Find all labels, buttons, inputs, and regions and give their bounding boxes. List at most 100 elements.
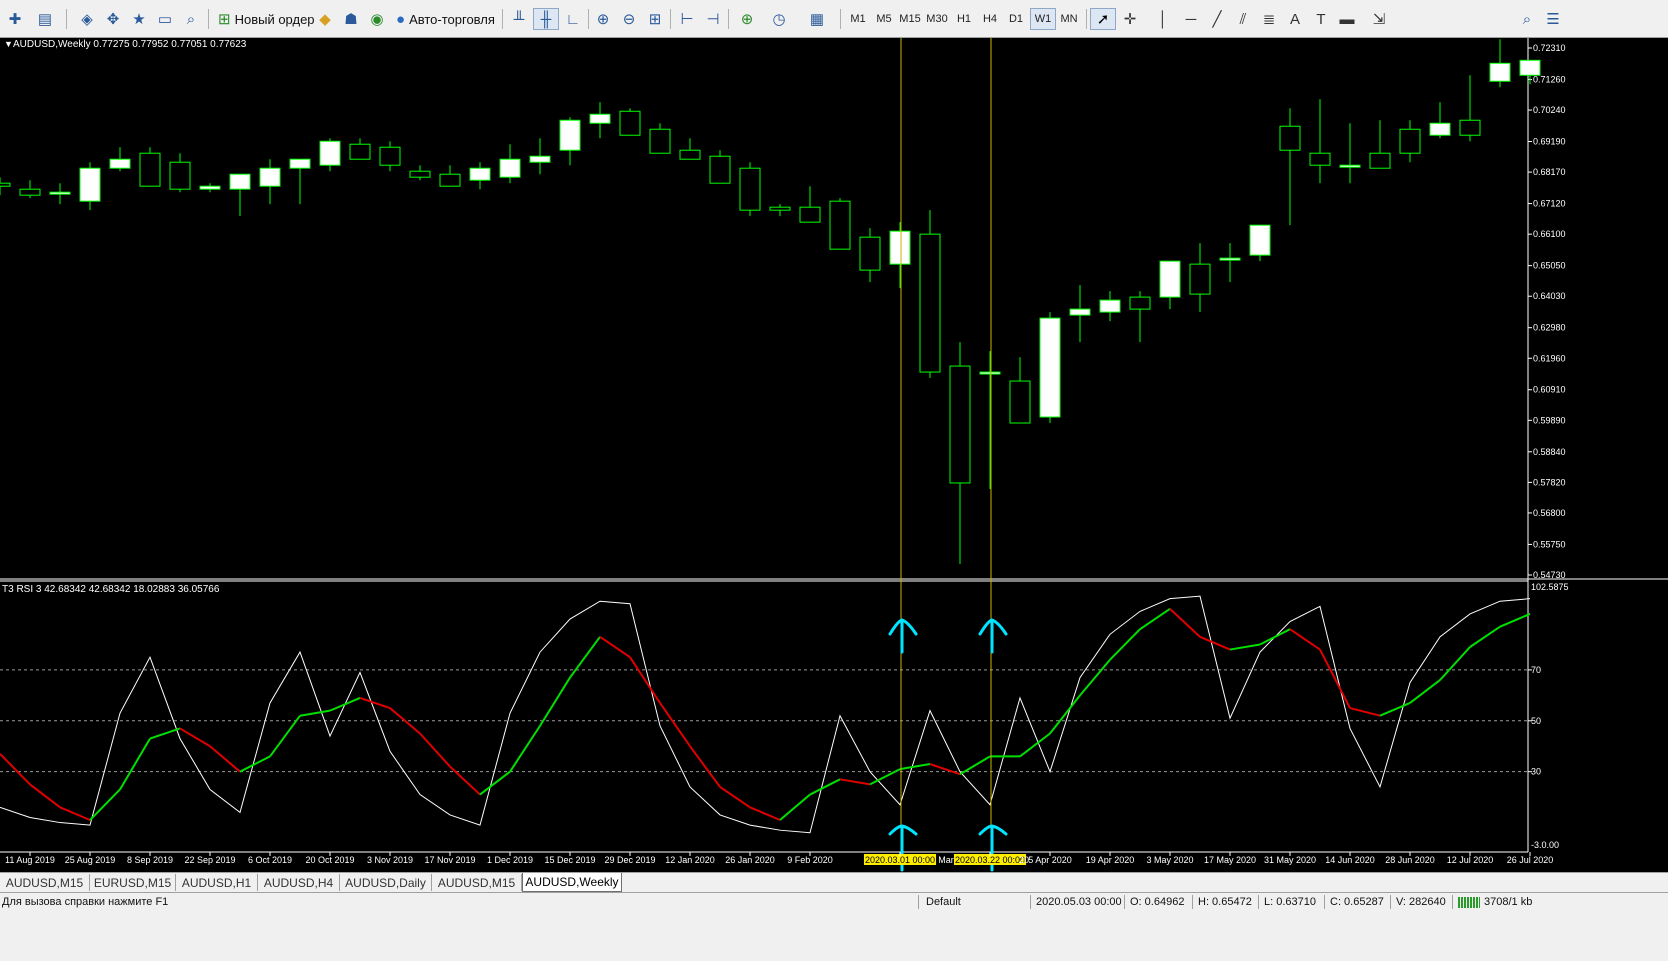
fibonacci-icon[interactable]: ≣ (1256, 8, 1282, 30)
time-label: 3 Nov 2019 (367, 855, 413, 865)
market-watch-icon[interactable]: ◈ (74, 8, 100, 30)
toolbar-separator (66, 9, 67, 29)
status-separator (1452, 895, 1453, 909)
chart-window[interactable]: 0.72310 0.71260 0.70240 0.69190 0.68170 0.671… (0, 38, 1668, 872)
tile-windows-icon[interactable]: ⊞ (642, 8, 668, 30)
timeframe-m1[interactable]: M1 (845, 8, 871, 30)
price-label: 0.62980 (1533, 323, 1566, 333)
candlestick-icon[interactable]: ╫ (533, 8, 559, 30)
arrows-dropdown-icon[interactable]: ⇲ (1366, 8, 1392, 30)
candle-body (349, 143, 371, 160)
rsi-level-label: 30 (1531, 767, 1541, 777)
zoom-out-icon[interactable]: ⊖ (616, 8, 642, 30)
status-bar: Для вызова справки нажмите F1 Default 20… (0, 892, 1668, 961)
time-label: 1 Dec 2019 (487, 855, 533, 865)
candle-body (439, 173, 461, 187)
candle-body (769, 206, 791, 211)
indicator-header: T3 RSI 3 42.68342 42.68342 18.02883 36.0… (2, 584, 220, 595)
tab-audusd-m15[interactable]: AUDUSD,M15 (0, 874, 90, 891)
time-label: 3 May 2020 (1146, 855, 1193, 865)
text-icon[interactable]: A (1282, 8, 1308, 30)
new-chart-icon[interactable]: ✚ (2, 8, 28, 30)
new-order-button[interactable]: ⊞ Новый ордер (214, 8, 319, 30)
tab-audusd-h1[interactable]: AUDUSD,H1 (176, 874, 258, 891)
metaeditor-icon[interactable]: ◆ (312, 8, 338, 30)
status-datetime: 2020.05.03 00:00 (1036, 896, 1122, 908)
status-help: Для вызова справки нажмите F1 (2, 896, 169, 908)
indicators-icon[interactable]: ⊕ (734, 8, 760, 30)
timeframe-d1[interactable]: D1 (1003, 8, 1029, 30)
candle-body (1519, 59, 1541, 76)
candle-body (1459, 119, 1481, 136)
price-label: 0.70240 (1533, 105, 1566, 115)
tab-audusd-m15-2[interactable]: AUDUSD,M15 (432, 874, 522, 891)
arrow-shapes-icon[interactable]: ▬ (1334, 8, 1360, 30)
candle-body (49, 191, 71, 195)
chat-icon[interactable]: ☰ (1540, 8, 1566, 30)
candle-body (0, 182, 11, 187)
account-icon[interactable]: ☗ (338, 8, 364, 30)
candle-body (619, 110, 641, 136)
candle-body (859, 236, 881, 271)
timeframe-mn[interactable]: MN (1056, 8, 1082, 30)
profiles-icon[interactable]: ▤ (32, 8, 58, 30)
status-low: L: 0.63710 (1264, 896, 1316, 908)
channel-icon[interactable]: ⫽ (1230, 8, 1256, 30)
timeframe-w1[interactable]: W1 (1030, 8, 1056, 30)
toolbar-separator (840, 9, 841, 29)
navigator-icon[interactable]: ✥ (100, 8, 126, 30)
status-volume: V: 282640 (1396, 896, 1446, 908)
connection-icon (1458, 897, 1480, 908)
signals-icon[interactable]: ◉ (364, 8, 390, 30)
terminal-icon[interactable]: ▭ (152, 8, 178, 30)
status-separator (1258, 895, 1259, 909)
status-separator (1324, 895, 1325, 909)
bar-chart-icon[interactable]: ╨ (506, 8, 532, 30)
tab-eurusd-m15[interactable]: EURUSD,M15 (90, 874, 176, 891)
candle-body (919, 233, 941, 373)
candle-body (79, 167, 101, 202)
folder-icon[interactable]: ★ (126, 8, 152, 30)
tab-audusd-daily[interactable]: AUDUSD,Daily (340, 874, 432, 891)
timeframe-h4[interactable]: H4 (977, 8, 1003, 30)
auto-scroll-icon[interactable]: ⊢ (674, 8, 700, 30)
timeframe-m30[interactable]: M30 (924, 8, 950, 30)
time-label: 25 Aug 2019 (65, 855, 116, 865)
price-label: 0.61960 (1533, 353, 1566, 363)
search-icon[interactable]: ⌕ (1514, 8, 1540, 30)
timeframe-m15[interactable]: M15 (897, 8, 923, 30)
candle-body (1249, 224, 1271, 256)
candle-body (1489, 62, 1511, 82)
strategy-tester-icon[interactable]: ⌕ (178, 8, 204, 30)
timeframe-m5[interactable]: M5 (871, 8, 897, 30)
price-label: 0.60910 (1533, 385, 1566, 395)
candle-body (559, 119, 581, 151)
chart-canvas[interactable]: 0.72310 0.71260 0.70240 0.69190 0.68170 0.671… (0, 38, 1668, 872)
tab-audusd-weekly[interactable]: AUDUSD,Weekly (522, 873, 622, 892)
text-label-icon[interactable]: T (1308, 8, 1334, 30)
timeframe-h1[interactable]: H1 (951, 8, 977, 30)
chart-tabs: AUDUSD,M15 EURUSD,M15 AUDUSD,H1 AUDUSD,H… (0, 872, 1668, 892)
auto-trading-icon: ● (396, 10, 406, 28)
candle-body (649, 128, 671, 154)
candle-body (379, 146, 401, 166)
toolbar-separator (502, 9, 503, 29)
new-order-icon: ⊞ (218, 11, 231, 28)
line-chart-icon[interactable]: ∟ (560, 8, 586, 30)
status-separator (1124, 895, 1125, 909)
auto-trading-button[interactable]: ● Авто-торговля (392, 8, 499, 30)
cursor-icon[interactable]: ➚ (1090, 8, 1116, 30)
candle-body (1069, 308, 1091, 316)
candle-body (259, 167, 281, 187)
horizontal-line-icon[interactable]: ─ (1178, 8, 1204, 30)
trendline-icon[interactable]: ╱ (1204, 8, 1230, 30)
chart-shift-icon[interactable]: ⊣ (700, 8, 726, 30)
vertical-line-icon[interactable]: │ (1150, 8, 1176, 30)
zoom-in-icon[interactable]: ⊕ (590, 8, 616, 30)
tab-audusd-h4[interactable]: AUDUSD,H4 (258, 874, 340, 891)
time-label: 26 Jan 2020 (725, 855, 775, 865)
periods-icon[interactable]: ◷ (766, 8, 792, 30)
templates-icon[interactable]: ▦ (804, 8, 830, 30)
time-label-fragment: 20 (1019, 855, 1029, 865)
crosshair-icon[interactable]: ✛ (1117, 8, 1143, 30)
